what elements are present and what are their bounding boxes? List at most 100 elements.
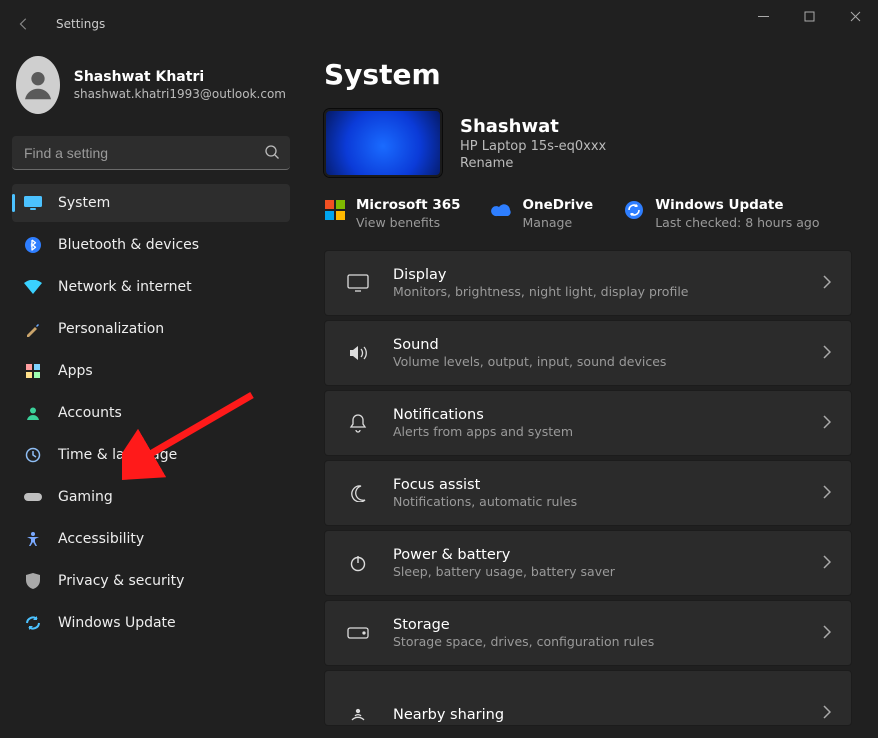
chevron-right-icon	[823, 624, 831, 643]
tile-title: Microsoft 365	[356, 197, 461, 213]
row-notif[interactable]: NotificationsAlerts from apps and system	[324, 390, 852, 456]
row-power[interactable]: Power & batterySleep, battery usage, bat…	[324, 530, 852, 596]
row-sound[interactable]: SoundVolume levels, output, input, sound…	[324, 320, 852, 386]
storage-icon	[345, 627, 371, 639]
sidebar-item-network[interactable]: Network & internet	[12, 268, 290, 306]
network-icon	[24, 278, 42, 296]
chevron-right-icon	[823, 554, 831, 573]
device-name: Shashwat	[460, 116, 606, 137]
sound-icon	[345, 344, 371, 362]
focus-icon	[345, 484, 371, 502]
row-title: Power & battery	[393, 547, 615, 563]
chevron-right-icon	[823, 344, 831, 363]
sidebar-item-label: Personalization	[58, 321, 164, 337]
sidebar-item-privacy[interactable]: Privacy & security	[12, 562, 290, 600]
minimize-button[interactable]	[740, 0, 786, 32]
row-focus[interactable]: Focus assistNotifications, automatic rul…	[324, 460, 852, 526]
power-icon	[345, 554, 371, 572]
sidebar-item-label: Network & internet	[58, 279, 192, 295]
sidebar: Shashwat Khatri shashwat.khatri1993@outl…	[0, 48, 302, 738]
row-title: Display	[393, 267, 688, 283]
tile-sub: Manage	[523, 215, 594, 230]
maximize-button[interactable]	[786, 0, 832, 32]
nav-list: System Bluetooth & devices Network & inter…	[12, 184, 290, 642]
tile-onedrive[interactable]: OneDriveManage	[491, 197, 594, 230]
sidebar-item-label: Time & language	[58, 447, 177, 463]
notif-icon	[345, 413, 371, 433]
row-sub: Alerts from apps and system	[393, 424, 573, 439]
window-title: Settings	[56, 17, 105, 31]
sidebar-item-personalization[interactable]: Personalization	[12, 310, 290, 348]
close-button[interactable]	[832, 0, 878, 32]
device-thumbnail[interactable]	[324, 109, 442, 177]
chevron-right-icon	[823, 704, 831, 723]
row-title: Notifications	[393, 407, 573, 423]
tile-m365[interactable]: Microsoft 365 View benefits	[324, 197, 461, 230]
row-title: Sound	[393, 337, 666, 353]
row-sub: Storage space, drives, configuration rul…	[393, 634, 654, 649]
profile-block[interactable]: Shashwat Khatri shashwat.khatri1993@outl…	[12, 48, 290, 132]
chevron-right-icon	[823, 414, 831, 433]
sidebar-item-accounts[interactable]: Accounts	[12, 394, 290, 432]
row-sub: Notifications, automatic rules	[393, 494, 577, 509]
row-title: Focus assist	[393, 477, 577, 493]
tile-wu[interactable]: Windows Update Last checked: 8 hours ago	[623, 197, 819, 230]
row-title: Nearby sharing	[393, 707, 504, 723]
device-hero: Shashwat HP Laptop 15s-eq0xxx Rename	[324, 109, 852, 177]
wu-icon	[623, 199, 645, 221]
row-sub: Sleep, battery usage, battery saver	[393, 564, 615, 579]
device-model: HP Laptop 15s-eq0xxx	[460, 139, 606, 154]
apps-icon	[24, 362, 42, 380]
sidebar-item-label: Accounts	[58, 405, 122, 421]
personalization-icon	[24, 320, 42, 338]
sidebar-item-time[interactable]: Time & language	[12, 436, 290, 474]
sidebar-item-accessibility[interactable]: Accessibility	[12, 520, 290, 558]
search-wrap	[12, 136, 290, 170]
row-sub: Monitors, brightness, night light, displ…	[393, 284, 688, 299]
accounts-icon	[24, 404, 42, 422]
back-button[interactable]	[10, 10, 38, 38]
profile-email: shashwat.khatri1993@outlook.com	[74, 87, 286, 101]
sidebar-item-system[interactable]: System	[12, 184, 290, 222]
bluetooth-icon	[24, 236, 42, 254]
sidebar-item-update[interactable]: Windows Update	[12, 604, 290, 642]
time-icon	[24, 446, 42, 464]
profile-name: Shashwat Khatri	[74, 69, 286, 85]
rename-link[interactable]: Rename	[460, 156, 606, 171]
m365-icon	[324, 199, 346, 221]
system-icon	[24, 194, 42, 212]
privacy-icon	[24, 572, 42, 590]
row-storage[interactable]: StorageStorage space, drives, configurat…	[324, 600, 852, 666]
update-icon	[24, 614, 42, 632]
sidebar-item-apps[interactable]: Apps	[12, 352, 290, 390]
sidebar-item-label: Apps	[58, 363, 93, 379]
search-input[interactable]	[12, 136, 290, 170]
sidebar-item-bluetooth[interactable]: Bluetooth & devices	[12, 226, 290, 264]
sidebar-item-label: Windows Update	[58, 615, 176, 631]
tile-sub: Last checked: 8 hours ago	[655, 215, 819, 230]
row-sub: Volume levels, output, input, sound devi…	[393, 354, 666, 369]
accessibility-icon	[24, 530, 42, 548]
sidebar-item-label: Bluetooth & devices	[58, 237, 199, 253]
row-title: Storage	[393, 617, 654, 633]
gaming-icon	[24, 488, 42, 506]
onedrive-icon	[491, 199, 513, 221]
tile-title: Windows Update	[655, 197, 819, 213]
chevron-right-icon	[823, 274, 831, 293]
row-nearby[interactable]: Nearby sharing	[324, 670, 852, 726]
search-icon	[264, 144, 280, 160]
chevron-right-icon	[823, 484, 831, 503]
sidebar-item-label: Accessibility	[58, 531, 144, 547]
tiles-row: Microsoft 365 View benefits OneDriveManage…	[324, 197, 852, 230]
window-controls	[740, 0, 878, 32]
sidebar-item-gaming[interactable]: Gaming	[12, 478, 290, 516]
row-display[interactable]: DisplayMonitors, brightness, night light…	[324, 250, 852, 316]
nearby-icon	[345, 707, 371, 723]
page-title: System	[324, 58, 852, 91]
settings-rows: DisplayMonitors, brightness, night light…	[324, 250, 852, 726]
sidebar-item-label: Gaming	[58, 489, 113, 505]
display-icon	[345, 274, 371, 292]
main-panel: System Shashwat HP Laptop 15s-eq0xxx Ren…	[302, 48, 878, 738]
sidebar-item-label: System	[58, 195, 110, 211]
tile-sub: View benefits	[356, 215, 461, 230]
